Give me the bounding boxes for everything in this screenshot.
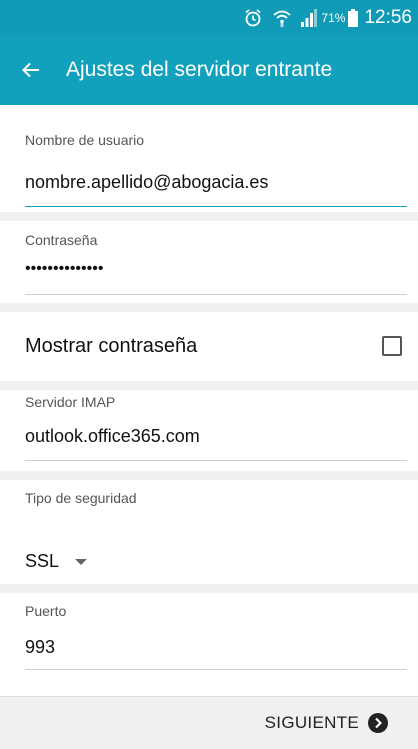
app-bar: Ajustes del servidor entrante bbox=[0, 35, 418, 105]
page-title: Ajustes del servidor entrante bbox=[66, 58, 333, 81]
bottom-bar: SIGUIENTE bbox=[0, 696, 418, 749]
next-button-label: SIGUIENTE bbox=[264, 713, 359, 732]
battery-percentage: 71% bbox=[321, 10, 346, 25]
imap-server-field-group: Servidor IMAP bbox=[25, 394, 407, 464]
arrow-back-icon bbox=[22, 61, 40, 79]
show-password-label: Mostrar contraseña bbox=[25, 334, 198, 357]
password-field-group: Contraseña •••••••••••••• bbox=[25, 228, 407, 298]
security-type-select[interactable]: SSL bbox=[25, 551, 88, 572]
username-input[interactable] bbox=[25, 172, 405, 193]
section-divider bbox=[0, 584, 418, 593]
next-button[interactable]: SIGUIENTE bbox=[265, 713, 388, 733]
section-divider bbox=[0, 471, 418, 480]
dropdown-arrow-icon bbox=[75, 558, 88, 565]
section-divider bbox=[0, 303, 418, 312]
wifi-icon bbox=[273, 8, 292, 28]
imap-server-label: Servidor IMAP bbox=[25, 394, 116, 410]
password-underline bbox=[25, 294, 407, 295]
section-divider bbox=[0, 212, 418, 221]
username-label: Nombre de usuario bbox=[25, 132, 145, 148]
username-underline bbox=[25, 206, 407, 207]
port-underline bbox=[25, 669, 407, 670]
password-input[interactable]: •••••••••••••• bbox=[25, 260, 405, 278]
battery-icon bbox=[348, 8, 359, 27]
show-password-row[interactable]: Mostrar contraseña bbox=[25, 316, 402, 376]
status-bar: 71% 12:56 bbox=[0, 0, 418, 35]
username-field-group: Nombre de usuario bbox=[25, 128, 407, 208]
section-divider bbox=[0, 381, 418, 390]
alarm-icon bbox=[243, 8, 263, 28]
security-type-value: SSL bbox=[25, 551, 60, 571]
chevron-right-circle-icon bbox=[368, 713, 388, 733]
status-time: 12:56 bbox=[364, 6, 412, 28]
security-type-label: Tipo de seguridad bbox=[25, 490, 137, 506]
password-label: Contraseña bbox=[25, 232, 98, 248]
security-type-field-group: Tipo de seguridad bbox=[25, 490, 407, 520]
port-field-group: Puerto bbox=[25, 603, 407, 673]
port-input[interactable] bbox=[25, 637, 405, 658]
signal-icon bbox=[301, 8, 318, 27]
imap-server-underline bbox=[25, 460, 407, 461]
port-label: Puerto bbox=[25, 603, 67, 619]
back-button[interactable] bbox=[22, 50, 66, 90]
imap-server-input[interactable] bbox=[25, 426, 405, 447]
show-password-checkbox[interactable] bbox=[382, 336, 402, 356]
